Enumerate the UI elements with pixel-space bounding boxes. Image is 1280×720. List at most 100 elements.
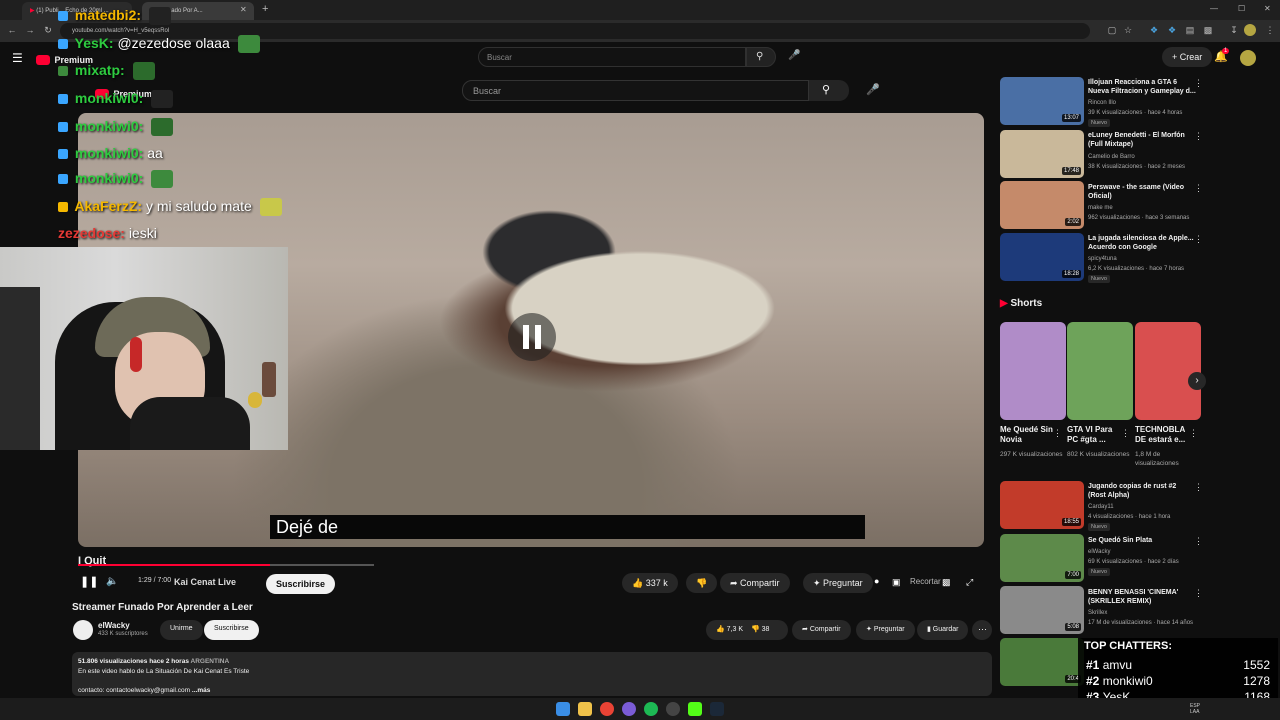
save-button[interactable]: ▮ Guardar — [917, 620, 969, 640]
video-thumbnail[interactable]: 5:08 — [1000, 586, 1084, 634]
more-vertical-icon[interactable]: ⋮ — [1053, 428, 1062, 439]
search-button[interactable]: ⚲ — [746, 47, 776, 67]
more-vertical-icon[interactable]: ⋮ — [1121, 428, 1130, 439]
language-indicator[interactable]: ESP LAA — [1190, 703, 1206, 715]
dislike-count[interactable]: 38 — [762, 626, 770, 633]
lamp-shape — [248, 392, 262, 408]
new-tab-icon[interactable]: + — [262, 3, 268, 15]
short-thumbnail[interactable] — [1000, 322, 1066, 420]
related-video-title[interactable]: Perswave - the ssame (Video Oficial) — [1088, 183, 1196, 201]
chat-message: YesK: @zezedose olaaa — [58, 35, 260, 54]
video-thumbnail[interactable]: 20:4 — [1000, 638, 1084, 686]
steam-icon[interactable] — [710, 702, 724, 716]
share-button[interactable]: ➦ Compartir — [792, 620, 851, 640]
kick-icon[interactable] — [688, 702, 702, 716]
inner-ask-button[interactable]: ✦ Preguntar — [803, 573, 873, 593]
short-views: 297 K visualizaciones — [1000, 451, 1063, 458]
fullscreen-icon[interactable]: ⤢ — [966, 577, 973, 588]
discord-icon[interactable] — [622, 702, 636, 716]
thumbs-down-icon[interactable]: 👎 — [751, 626, 762, 633]
join-button[interactable]: Unirme — [160, 620, 203, 640]
reading-list-icon[interactable]: ▤ — [1184, 24, 1196, 36]
forward-icon[interactable]: → — [24, 24, 36, 36]
related-video-title[interactable]: La jugada silenciosa de Apple... Acuerdo… — [1088, 234, 1196, 252]
more-vertical-icon[interactable]: ⋮ — [1194, 482, 1203, 493]
video-thumbnail[interactable]: 13:07 — [1000, 77, 1084, 125]
play-pause-icon[interactable]: ❚❚ — [80, 575, 98, 588]
description-box[interactable]: 51.806 visualizaciones hace 2 horas ARGE… — [72, 652, 992, 696]
minimize-icon[interactable]: — — [1210, 4, 1218, 13]
short-thumbnail[interactable] — [1135, 322, 1201, 420]
browser-tab-bar: ▶ (1) Publi... Echo de 20ml ... ▶ ... fu… — [0, 0, 1280, 20]
extension-icon[interactable]: ❖ — [1148, 24, 1160, 36]
chat-badge-icon — [58, 11, 68, 22]
profile-avatar[interactable] — [1244, 24, 1256, 36]
more-vertical-icon[interactable]: ⋮ — [1189, 428, 1198, 439]
more-vertical-icon[interactable]: ⋮ — [1194, 234, 1203, 245]
chrome-menu-icon[interactable]: ⋮ — [1264, 24, 1276, 36]
short-thumbnail[interactable] — [1067, 322, 1133, 420]
account-avatar[interactable] — [1240, 50, 1256, 66]
video-thumbnail[interactable]: 18:28 — [1000, 233, 1084, 281]
video-thumbnail[interactable]: 2:02 — [1000, 181, 1084, 229]
obs-icon[interactable] — [666, 702, 680, 716]
inner-share-button[interactable]: ➦ Compartir — [720, 573, 790, 593]
file-explorer-icon[interactable] — [578, 702, 592, 716]
chrome-icon[interactable] — [600, 702, 614, 716]
inner-subscribe-button[interactable]: Suscribirse — [266, 574, 336, 594]
volume-icon[interactable]: 🔈 — [106, 576, 118, 587]
short-title[interactable]: GTA VI Para PC #gta ... — [1067, 425, 1125, 445]
ask-button[interactable]: ✦ Preguntar — [856, 620, 915, 640]
related-video-title[interactable]: Illojuan Reacciona a GTA 6 Nueva Filtrac… — [1088, 78, 1196, 96]
channel-avatar[interactable] — [73, 620, 93, 640]
bookmark-star-icon[interactable]: ☆ — [1122, 24, 1134, 36]
search-input[interactable]: Buscar — [478, 47, 746, 67]
channel-name[interactable]: elWacky — [98, 621, 130, 630]
related-video-title[interactable]: Jugando copias de rust #2 (Rost Alpha) — [1088, 482, 1196, 500]
show-more-link[interactable]: ...más — [192, 687, 210, 694]
streamer-webcam — [0, 247, 288, 450]
pause-overlay-button[interactable] — [508, 313, 556, 361]
inner-like-button[interactable]: 👍 337 k — [622, 573, 678, 593]
related-video-title[interactable]: BENNY BENASSI 'CINEMA' (SKRILLEX REMIX) — [1088, 588, 1196, 606]
more-vertical-icon[interactable]: ⋮ — [1194, 131, 1203, 142]
clip-label[interactable]: Recortar — [910, 577, 941, 586]
video-thumbnail[interactable]: 7:00 — [1000, 534, 1084, 582]
create-button[interactable]: + Crear — [1162, 47, 1213, 67]
related-video-title[interactable]: eLuney Benedetti - El Morfón (Full Mixta… — [1088, 131, 1196, 149]
related-video-title[interactable]: Se Quedó Sin Plata — [1088, 536, 1196, 545]
progress-bar[interactable] — [78, 564, 374, 566]
short-title[interactable]: Me Quedé Sin Novia — [1000, 425, 1058, 445]
reload-icon[interactable]: ↻ — [42, 24, 54, 36]
miniplayer-icon[interactable]: ▩ — [942, 577, 951, 588]
back-icon[interactable]: ← — [6, 24, 18, 36]
spotify-icon[interactable] — [644, 702, 658, 716]
more-vertical-icon[interactable]: ⋮ — [1194, 78, 1203, 89]
windows-start-icon[interactable] — [556, 702, 570, 716]
chevron-right-icon[interactable]: › — [1188, 372, 1206, 390]
more-vertical-icon[interactable]: ⋮ — [1194, 183, 1203, 194]
downloads-icon[interactable]: ↧ — [1228, 24, 1240, 36]
more-actions-button[interactable]: ⋯ — [972, 620, 992, 640]
maximize-icon[interactable]: ☐ — [1238, 4, 1245, 13]
extension-icon[interactable]: ❖ — [1166, 24, 1178, 36]
inner-dislike-button[interactable]: 👎 — [686, 573, 718, 593]
more-vertical-icon[interactable]: ⋮ — [1194, 536, 1203, 547]
video-thumbnail[interactable]: 17:48 — [1000, 130, 1084, 178]
autoplay-toggle-icon[interactable]: ● — [874, 576, 879, 586]
close-window-icon[interactable]: ✕ — [1264, 4, 1271, 13]
microphone-icon[interactable]: 🎤 — [788, 50, 804, 66]
close-tab-icon[interactable]: ✕ — [240, 5, 247, 14]
notification-badge: 1 — [1222, 48, 1230, 54]
duration-badge: 17:48 — [1061, 167, 1081, 175]
video-thumbnail[interactable]: 18:55 — [1000, 481, 1084, 529]
thumbs-up-icon[interactable]: 👍 — [716, 626, 727, 633]
extensions-puzzle-icon[interactable]: ▩ — [1202, 24, 1214, 36]
like-count[interactable]: 7,3 K — [727, 626, 743, 633]
more-vertical-icon[interactable]: ⋮ — [1194, 588, 1203, 599]
subscribe-button[interactable]: Suscribirse — [204, 620, 259, 640]
hamburger-menu-icon[interactable]: ☰ — [12, 51, 23, 65]
short-title[interactable]: TECHNOBLA DE estará e... — [1135, 425, 1193, 445]
subtitles-icon[interactable]: ▣ — [892, 577, 901, 588]
cast-icon[interactable]: ▢ — [1106, 24, 1118, 36]
